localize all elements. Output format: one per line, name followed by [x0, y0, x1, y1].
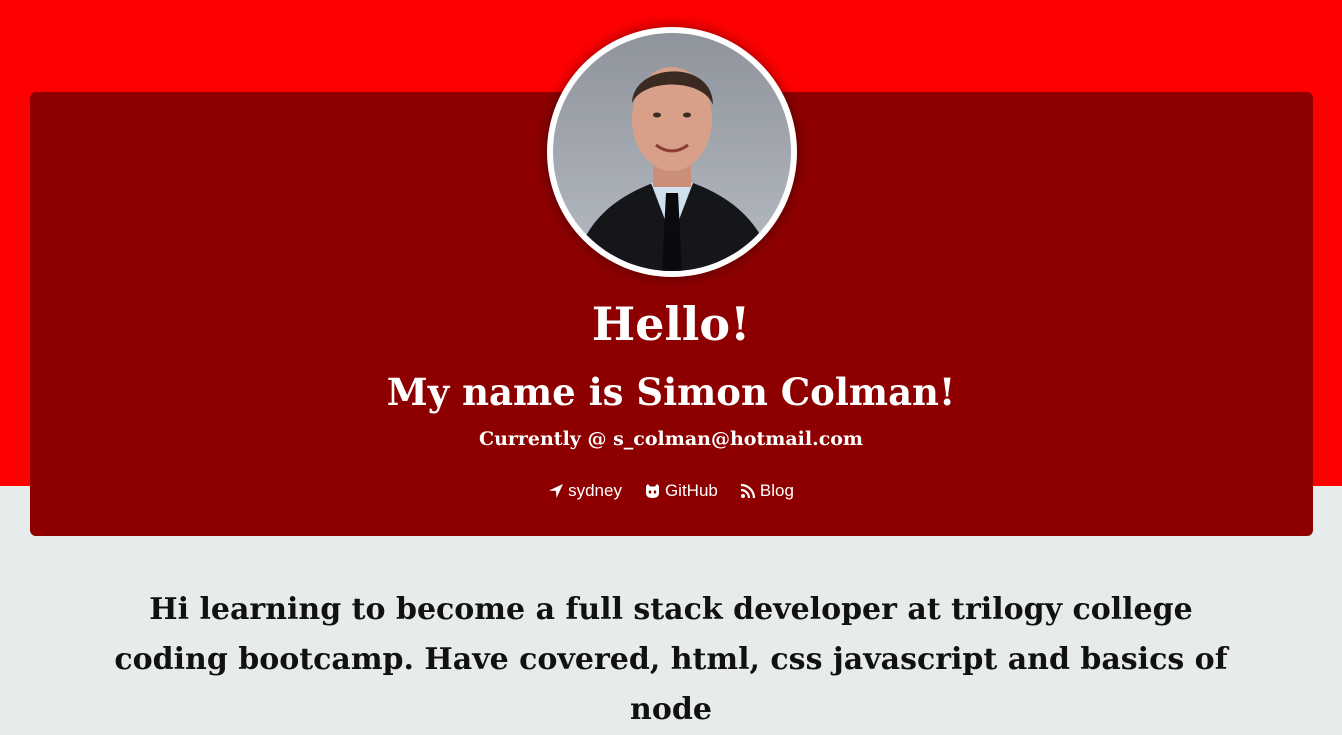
location-arrow-icon: [548, 483, 564, 499]
blog-label: Blog: [759, 481, 794, 500]
bio-text: Hi learning to become a full stack devel…: [114, 592, 1228, 727]
github-icon: [644, 483, 661, 499]
rss-icon: [740, 483, 756, 499]
location-label: sydney: [568, 481, 622, 500]
current-position-text: Currently @ s_colman@hotmail.com: [478, 428, 864, 450]
location-link[interactable]: sydney: [548, 478, 622, 504]
blog-link[interactable]: Blog: [740, 478, 794, 504]
github-link[interactable]: GitHub: [644, 478, 718, 504]
avatar: [553, 33, 791, 271]
greeting-heading: Hello!: [591, 297, 751, 351]
avatar-frame: [547, 27, 797, 277]
profile-links: sydney GitHub Blog: [0, 478, 1342, 504]
github-label: GitHub: [664, 481, 718, 500]
name-heading: My name is Simon Colman!: [386, 370, 956, 414]
